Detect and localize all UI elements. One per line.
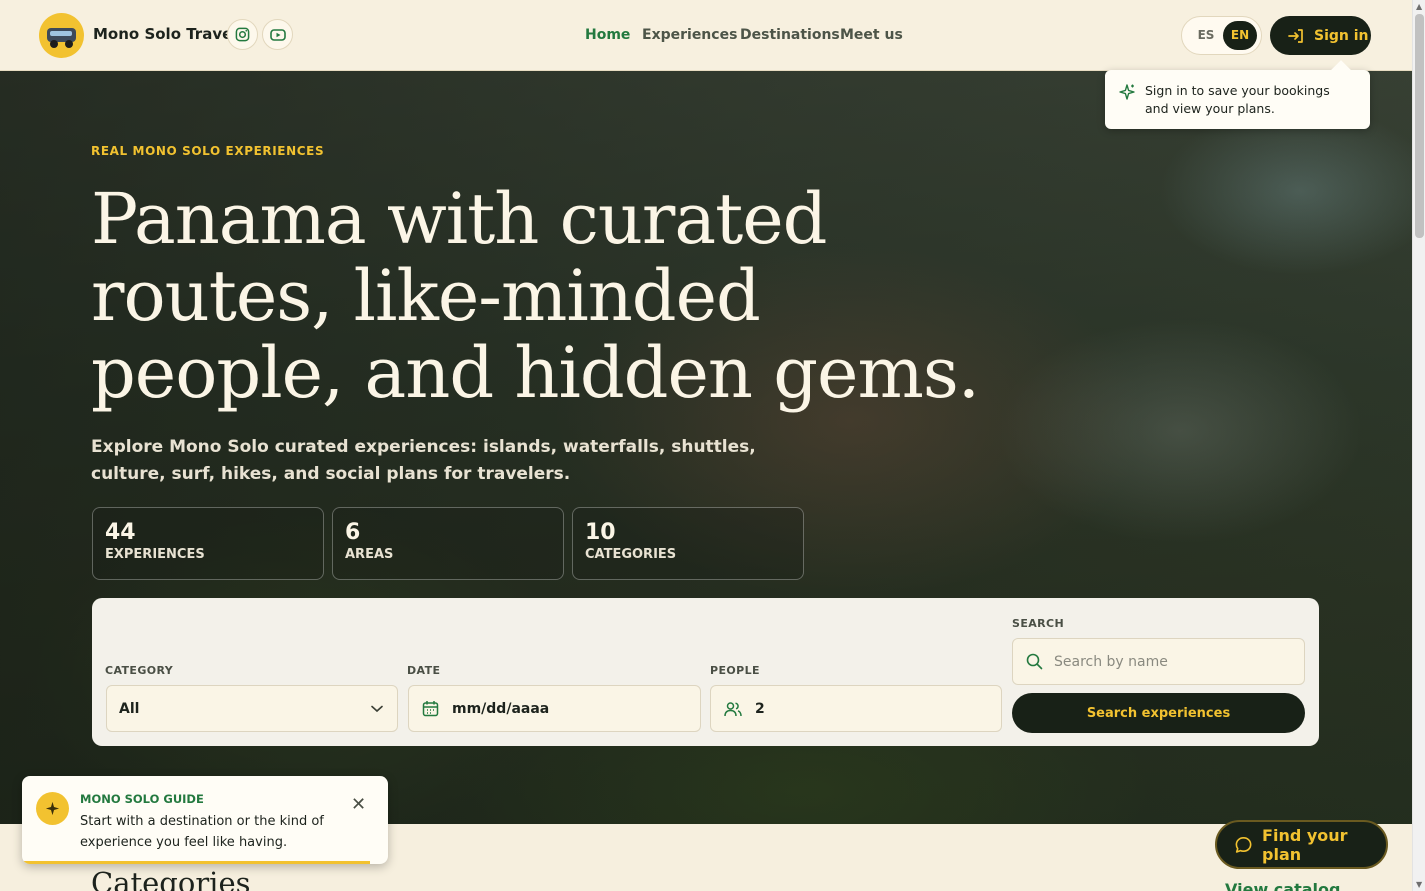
people-input[interactable]: 2 bbox=[710, 685, 1002, 732]
hero-headline: Panama with curated routes, like-minded … bbox=[91, 178, 980, 414]
search-icon bbox=[1026, 653, 1043, 670]
scroll-down-icon[interactable]: ▼ bbox=[1416, 880, 1422, 889]
stat-label: EXPERIENCES bbox=[105, 547, 205, 562]
stat-areas: 6 AREAS bbox=[332, 507, 564, 580]
guide-toast: MONO SOLO GUIDE Start with a destination… bbox=[22, 776, 388, 864]
search-panel: CATEGORY All DATE mm/dd/aaaa PEOPLE 2 SE… bbox=[92, 598, 1319, 746]
search-experiences-button[interactable]: Search experiences bbox=[1012, 693, 1305, 733]
nav-destinations[interactable]: Destinations bbox=[740, 27, 840, 43]
search-input[interactable]: Search by name bbox=[1012, 638, 1305, 685]
search-label: SEARCH bbox=[1012, 617, 1065, 630]
stat-value: 6 bbox=[345, 520, 361, 545]
people-label: PEOPLE bbox=[710, 664, 760, 677]
sign-in-label: Sign in bbox=[1314, 27, 1369, 44]
guide-message: Start with a destination or the kind of … bbox=[80, 814, 324, 850]
sparkle-icon bbox=[45, 801, 60, 816]
youtube-button[interactable] bbox=[262, 19, 293, 50]
lang-en-button[interactable]: EN bbox=[1223, 21, 1257, 50]
people-value: 2 bbox=[755, 700, 765, 717]
nav-experiences[interactable]: Experiences bbox=[642, 27, 737, 43]
top-header: Mono Solo Travel Home Experiences Destin… bbox=[0, 0, 1412, 71]
lang-es-button[interactable]: ES bbox=[1191, 21, 1221, 50]
sign-in-button[interactable]: Sign in bbox=[1270, 16, 1371, 55]
find-plan-label: Find your plan bbox=[1262, 825, 1348, 864]
scrollbar-thumb[interactable] bbox=[1415, 14, 1424, 238]
youtube-icon bbox=[269, 28, 286, 41]
brand-name[interactable]: Mono Solo Travel bbox=[93, 25, 237, 43]
category-value: All bbox=[119, 700, 140, 717]
nav-meet-us[interactable]: Meet us bbox=[840, 27, 903, 43]
guide-progress-bar bbox=[22, 861, 370, 864]
date-label: DATE bbox=[407, 664, 441, 677]
date-value: mm/dd/aaaa bbox=[452, 700, 550, 717]
users-icon bbox=[724, 701, 742, 716]
sign-in-arrow-icon bbox=[1288, 28, 1303, 43]
view-catalog-link[interactable]: View catalog bbox=[1225, 880, 1340, 891]
instagram-button[interactable] bbox=[227, 19, 258, 50]
language-toggle: ES EN bbox=[1181, 16, 1262, 55]
calendar-icon bbox=[422, 701, 439, 717]
sparkle-icon bbox=[1119, 84, 1135, 100]
stat-label: AREAS bbox=[345, 547, 394, 562]
guide-badge bbox=[36, 792, 69, 825]
nav-home[interactable]: Home bbox=[585, 27, 630, 43]
stat-experiences: 44 EXPERIENCES bbox=[92, 507, 324, 580]
close-icon[interactable]: ✕ bbox=[351, 794, 366, 815]
stat-value: 44 bbox=[105, 520, 136, 545]
guide-title: MONO SOLO GUIDE bbox=[80, 792, 204, 806]
brand-logo[interactable] bbox=[39, 13, 84, 58]
stat-value: 10 bbox=[585, 520, 616, 545]
find-your-plan-button[interactable]: Find your plan bbox=[1215, 820, 1388, 869]
hero-subtitle: Explore Mono Solo curated experiences: i… bbox=[91, 437, 756, 484]
search-placeholder: Search by name bbox=[1054, 653, 1168, 670]
hero-eyebrow: REAL MONO SOLO EXPERIENCES bbox=[91, 144, 325, 158]
page-scrollbar[interactable]: ▲ ▼ bbox=[1412, 0, 1425, 891]
categories-heading: Categories bbox=[91, 866, 251, 891]
tooltip-text: Sign in to save your bookings and view y… bbox=[1145, 83, 1330, 116]
date-input[interactable]: mm/dd/aaaa bbox=[408, 685, 701, 732]
chat-bubble-icon bbox=[1235, 836, 1252, 853]
sign-in-tooltip: Sign in to save your bookings and view y… bbox=[1105, 70, 1370, 129]
stat-label: CATEGORIES bbox=[585, 547, 677, 562]
category-select[interactable]: All bbox=[106, 685, 398, 732]
instagram-icon bbox=[235, 27, 250, 42]
chevron-down-icon bbox=[371, 705, 383, 712]
scroll-up-icon[interactable]: ▲ bbox=[1416, 2, 1422, 11]
hero-section: REAL MONO SOLO EXPERIENCES Panama with c… bbox=[0, 71, 1412, 824]
stat-categories: 10 CATEGORIES bbox=[572, 507, 804, 580]
category-label: CATEGORY bbox=[105, 664, 174, 677]
